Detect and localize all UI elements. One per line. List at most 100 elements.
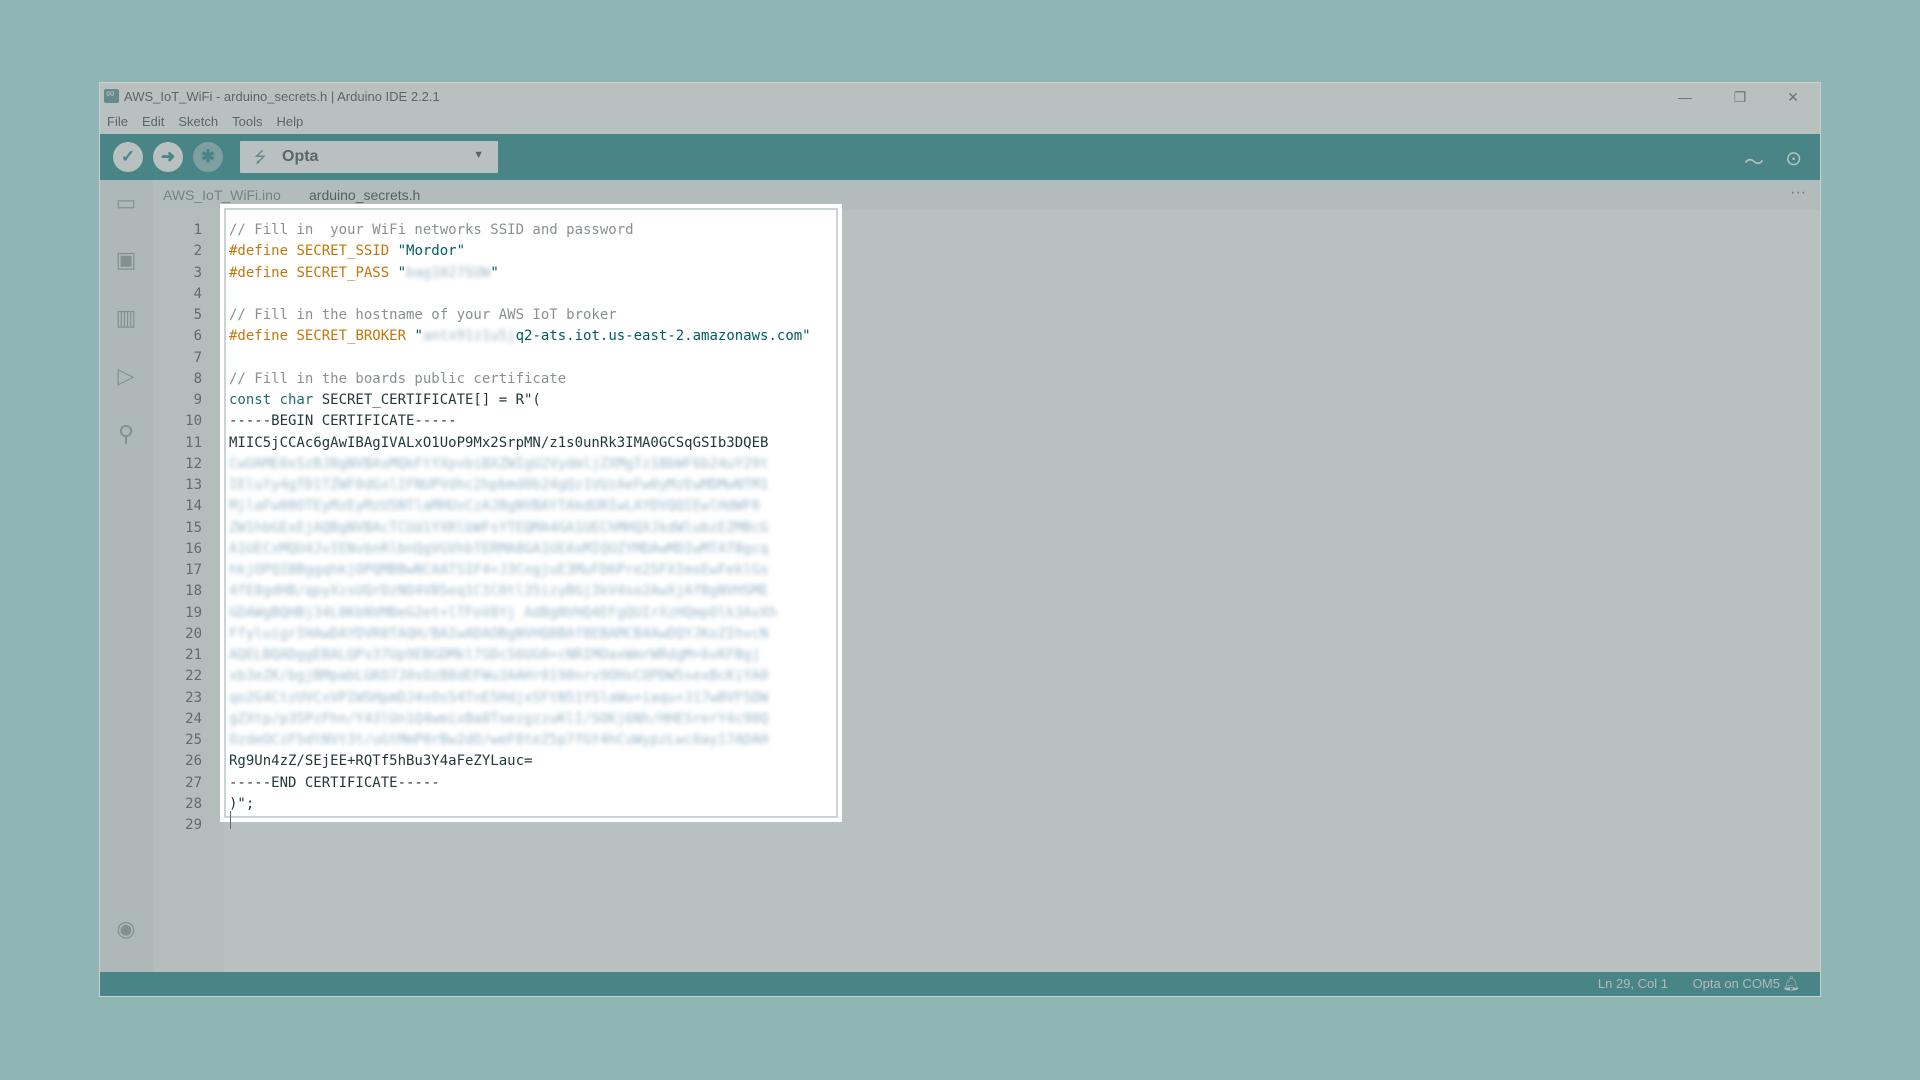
highlight-box: // Fill in your WiFi networks SSID and p… [220,204,842,822]
line-number: 1 [193,222,202,238]
code-line[interactable]: #define SECRET_PASS "bag1027SUW" [229,265,499,286]
code-line[interactable]: qo2G4CtzUVCxVPIWSHpmDJ4sOs54TnE5HdjxSFtN… [229,690,768,711]
status-bar: Ln 29, Col 1 Opta on COM5 🔔︎ [100,972,1820,996]
code-line[interactable]: // Fill in the hostname of your AWS IoT … [229,307,617,328]
search-icon[interactable]: ⚲ [112,420,140,448]
code-token: // Fill in the boards public certificate [229,370,567,387]
code-line[interactable]: FfyluigrIHAwDAYDVR0TAQH/BAIwADAOBgNVHQ8B… [229,626,768,647]
line-number: 24 [185,710,202,727]
code-token: -----BEGIN CERTIFICATE----- [229,413,457,430]
code-line[interactable]: gZXtp/p35PzFhn/Y43lUn1Q4wmixBa8ToezgzzuK… [229,711,768,732]
code-token: CwUAME0xSzBJBgNVBAsMQkFtYXpvbiBXZWIgU2Vy… [229,455,769,472]
code-line[interactable]: -----BEGIN CERTIFICATE----- [229,413,457,434]
line-number: 27 [185,774,202,791]
code-line[interactable]: OzdeOCzF5dtNVt3t/uGtMmP0rBw2dO/weF8teZ5p… [229,732,768,753]
code-line[interactable]: 4fE8gdHB/qpyXzsUQrDzNO4VB5eq1C1C0tl35izy… [229,583,768,604]
close-icon[interactable]: ✕ [1768,83,1818,111]
code-line[interactable]: AQELBQADggEBALQPs37Up9EBGDMkl7SDc56UG0+c… [229,647,760,668]
code-token: " [414,328,423,345]
menu-edit[interactable]: Edit [135,111,171,129]
code-line[interactable]: MjlaFw00OTEyMzEyMzU5NTlaMHUxCzAJBgNVBAYT… [229,498,760,519]
board-manager-icon[interactable]: ▣ [112,246,140,274]
title-bar: AWS_IoT_WiFi - arduino_secrets.h | Ardui… [100,83,1820,111]
arrow-right-icon: ➜ [160,147,176,166]
line-number: 9 [193,392,202,408]
code-token: "Mordor" [397,243,466,260]
code-line[interactable]: A1UECxMQU4JvIENvbnRlbnQgVGVhbTERMA8GA1UE… [229,541,768,562]
line-number: 12 [185,455,202,472]
line-number: 25 [185,732,202,748]
code-token: AQELBQADggEBALQPs37Up9EBGDMkl7SDc56UG0+c… [229,647,761,663]
line-number: 7 [193,349,202,366]
code-token: // Fill in the hostname of your AWS IoT … [229,307,617,323]
debug-icon[interactable]: ▷ [112,362,140,390]
text-cursor [230,811,231,829]
debug-button[interactable]: ✱ [193,142,223,172]
debug-icon: ✱ [200,147,216,166]
code-line[interactable]: xb3eZK/bgjBMpabLGKO7J0sOzB8dEFWu3AAHr019… [229,668,768,689]
restore-icon[interactable]: ❐ [1715,83,1765,111]
code-token: OzdeOCzF5dtNVt3t/uGtMmP0rBw2dO/weF8teZ5p… [229,732,769,748]
plotter-icon[interactable]: 〜 [1744,146,1764,175]
code-line[interactable]: GDAWgBQHBj34L0KbNVMBeG2et+lTFoV8Yj AdBgN… [229,605,777,626]
menu-sketch[interactable]: Sketch [171,111,225,129]
tab-arduino-secrets-h[interactable]: arduino_secrets.h [309,187,420,203]
code-token: antx91z1u5j [422,328,516,345]
line-number: 13 [185,477,202,493]
code-token: ZW1hbGExEjAQBgNVBAcTCUd1YXRlbWFsYTEQMA4G… [229,519,769,536]
code-line[interactable]: #define SECRET_SSID "Mordor" [229,243,465,264]
line-number: 15 [185,519,202,536]
account-icon[interactable]: ◉ [112,915,140,943]
line-number: 28 [185,795,202,812]
line-number: 14 [185,498,202,515]
code-line[interactable]: // Fill in the boards public certificate [229,371,566,392]
code-line[interactable]: Rg9Un4zZ/SEjEE+RQTf5hBu3Y4aFeZYLauc= [229,753,532,774]
code-line[interactable]: -----END CERTIFICATE----- [229,775,440,796]
code-token: MIIC5jCCAc6gAwIBAgIVALxO1UoP9Mx2SrpMN/z1… [229,434,769,451]
code-token: gZXtp/p35PzFhn/Y43lUn1Q4wmixBa8ToezgzzuK… [229,710,769,727]
code-line[interactable]: hkjOPQIBBggqhkjOPQMBBwNCAATSIF4+J3CngjuE… [229,562,768,583]
more-icon[interactable]: ··· [1790,184,1806,202]
code-line[interactable]: // Fill in your WiFi networks SSID and p… [229,222,634,243]
code-token: SECRET_CERTIFICATE[] = R"( [321,392,541,408]
menu-file[interactable]: File [100,111,135,129]
folder-icon[interactable]: ▭ [112,189,140,217]
line-number: 22 [185,668,202,685]
menu-help[interactable]: Help [269,111,310,129]
bell-icon[interactable]: 🔔︎ [1782,975,1800,992]
library-icon[interactable]: ▥ [112,304,140,332]
upload-button[interactable]: ➜ [153,142,183,172]
verify-button[interactable]: ✓ [113,142,143,172]
line-number: 23 [185,689,202,706]
usb-icon: ⭍ [254,149,267,166]
code-line[interactable]: IEluYy4gTD1TZWF0dGxlIFNUPVdhc2hpbmd0b24g… [229,477,768,498]
menu-bar: File Edit Sketch Tools Help [100,111,1820,134]
code-token: " [490,264,499,281]
serial-monitor-icon[interactable]: ⊙ [1785,146,1802,171]
line-number: 4 [193,285,202,302]
code-token: SECRET_BROKER [296,328,415,345]
toolbar: ✓ ➜ ✱ ⭍ Opta ▼ 〜 ⊙ [100,134,1820,180]
line-number: 2 [193,243,202,260]
code-line[interactable]: #define SECRET_BROKER "antx91z1u5jq2-ats… [229,328,811,349]
board-selector[interactable]: ⭍ Opta ▼ [240,141,498,173]
code-token: xb3eZK/bgjBMpabLGKO7J0sOzB8dEFWu3AAHr019… [229,668,769,685]
line-number: 3 [193,264,202,281]
code-line[interactable]: )"; [229,796,254,817]
code-token: SECRET_PASS [296,264,398,281]
tab-aws-iot-wifi-ino[interactable]: AWS_IoT_WiFi.ino [163,187,281,203]
code-line[interactable]: ZW1hbGExEjAQBgNVBAcTCUd1YXRlbWFsYTEQMA4G… [229,520,768,541]
board-port-status[interactable]: Opta on COM5 [1693,976,1780,991]
cursor-position[interactable]: Ln 29, Col 1 [1598,976,1668,991]
line-number: 21 [185,647,202,663]
code-token: IEluYy4gTD1TZWF0dGxlIFNUPVdhc2hpbmd0b24g… [229,477,769,493]
line-number: 17 [185,562,202,578]
code-token: )"; [229,795,255,812]
minimize-icon[interactable]: — [1660,83,1710,111]
code-line[interactable]: MIIC5jCCAc6gAwIBAgIVALxO1UoP9Mx2SrpMN/z1… [229,435,768,456]
code-line[interactable]: CwUAME0xSzBJBgNVBAsMQkFtYXpvbiBXZWIgU2Vy… [229,456,768,477]
code-line[interactable]: const char SECRET_CERTIFICATE[] = R"( [229,392,541,413]
menu-tools[interactable]: Tools [225,111,269,129]
line-number: 11 [185,434,202,451]
line-number: 6 [193,328,202,345]
